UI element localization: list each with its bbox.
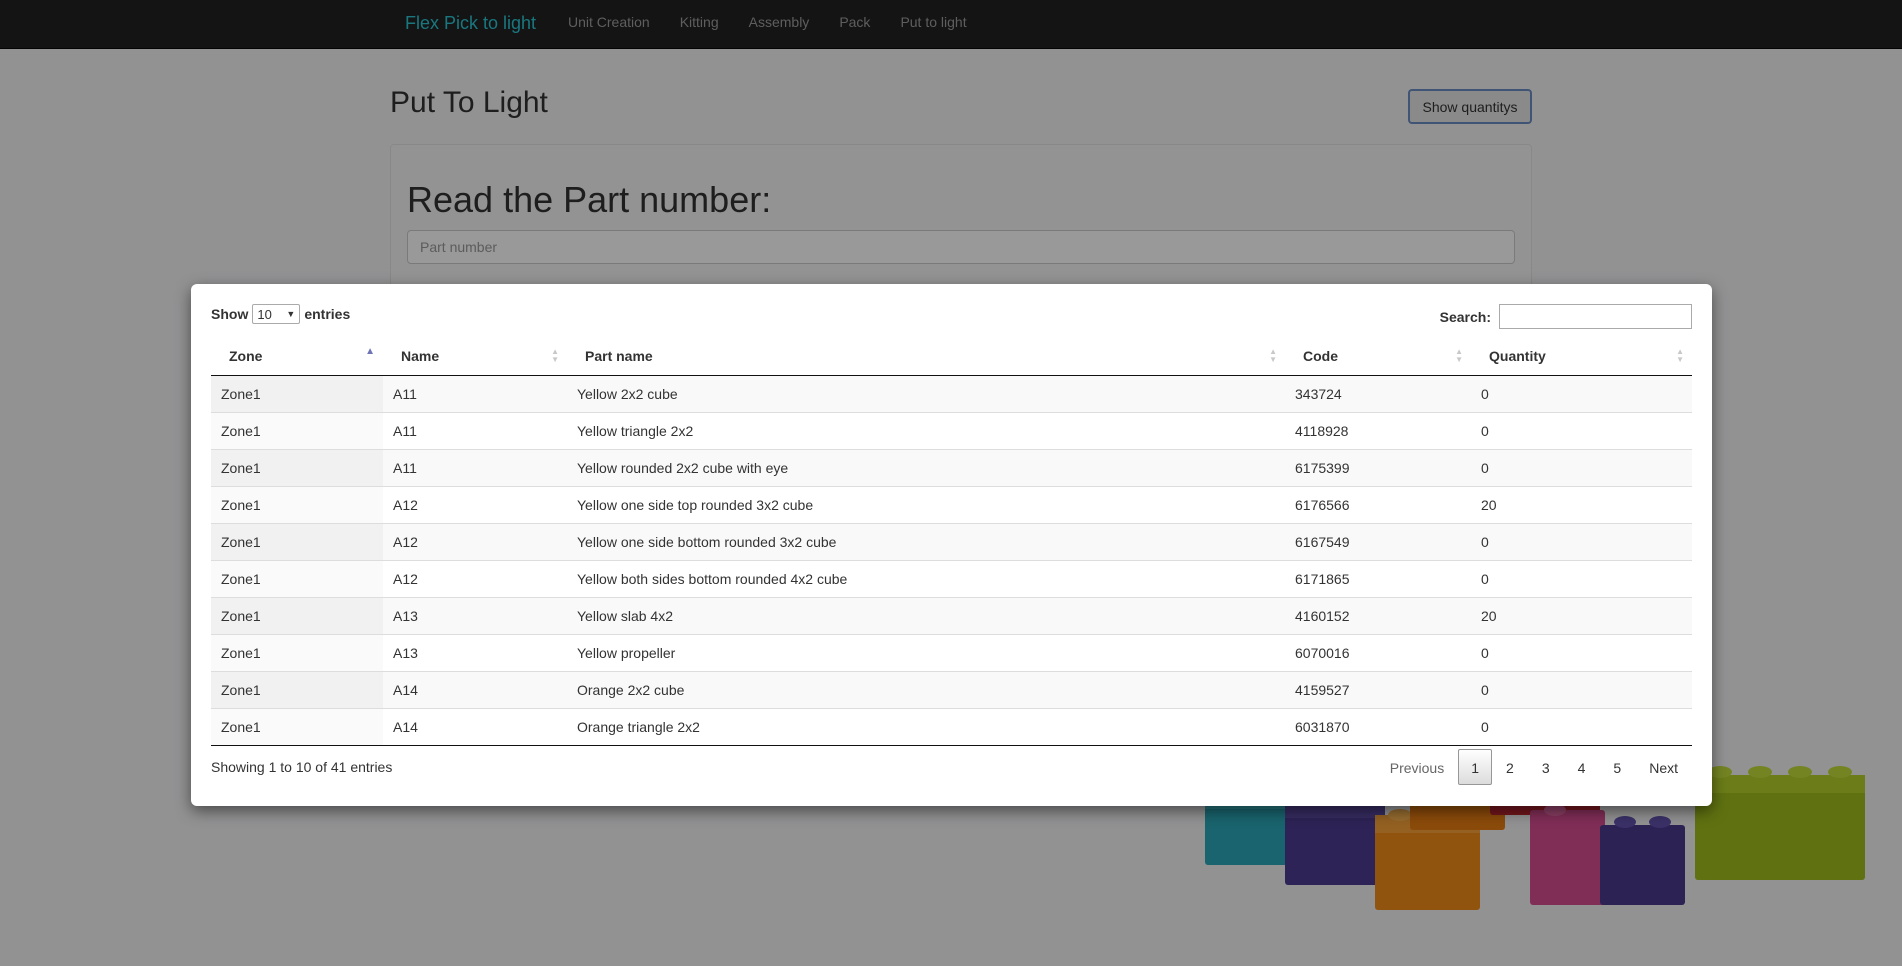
cell-quantity: 0 — [1471, 707, 1692, 746]
table-search: Search: — [1440, 304, 1692, 329]
cell-name: A11 — [383, 375, 567, 412]
cell-quantity: 0 — [1471, 411, 1692, 449]
cell-zone: Zone1 — [211, 448, 383, 486]
cell-zone: Zone1 — [211, 411, 383, 449]
table-row[interactable]: Zone1 A14 Orange 2x2 cube 4159527 0 — [211, 670, 1692, 708]
column-header-label: Name — [401, 347, 440, 364]
cell-code: 6031870 — [1285, 707, 1471, 746]
cell-name: A12 — [383, 522, 567, 560]
column-header-label: Quantity — [1489, 347, 1546, 364]
cell-quantity: 20 — [1471, 485, 1692, 523]
cell-code: 343724 — [1285, 375, 1471, 412]
cell-quantity: 0 — [1471, 633, 1692, 671]
table-header-row: Zone ▲ Name ▲ ▼ Part name ▲ ▼ Code ▲ ▼ Quan… — [211, 337, 1692, 376]
cell-part-name: Yellow one side bottom rounded 3x2 cube — [567, 522, 1285, 560]
table-row[interactable]: Zone1 A12 Yellow both sides bottom round… — [211, 559, 1692, 597]
caret-down-icon: ▼ — [286, 309, 296, 319]
cell-zone: Zone1 — [211, 596, 383, 634]
cell-zone: Zone1 — [211, 707, 383, 746]
sort-asc-icon: ▲ — [365, 346, 375, 357]
column-header-label: Part name — [585, 347, 653, 364]
cell-code: 6171865 — [1285, 559, 1471, 597]
entries-select[interactable]: 10 ▼ — [252, 304, 301, 324]
column-header-zone[interactable]: Zone ▲ — [211, 337, 383, 376]
column-header-label: Code — [1303, 347, 1338, 364]
cell-zone: Zone1 — [211, 670, 383, 708]
cell-zone: Zone1 — [211, 559, 383, 597]
pagination-previous[interactable]: Previous — [1376, 749, 1458, 785]
quantities-table: Zone ▲ Name ▲ ▼ Part name ▲ ▼ Code ▲ ▼ Quan… — [211, 337, 1692, 746]
cell-part-name: Orange triangle 2x2 — [567, 707, 1285, 746]
entries-select-value: 10 — [257, 306, 272, 322]
column-header-part-name[interactable]: Part name ▲ ▼ — [567, 337, 1285, 376]
pagination: Previous 1 2 3 4 5 Next — [1376, 749, 1692, 785]
table-row[interactable]: Zone1 A12 Yellow one side bottom rounded… — [211, 522, 1692, 560]
cell-part-name: Yellow slab 4x2 — [567, 596, 1285, 634]
entries-length-control: Show 10 ▼ entries — [211, 304, 350, 324]
table-row[interactable]: Zone1 A11 Yellow triangle 2x2 4118928 0 — [211, 411, 1692, 449]
sort-both-icon: ▲ ▼ — [1269, 347, 1277, 364]
pagination-page-3[interactable]: 3 — [1528, 749, 1564, 785]
cell-name: A12 — [383, 485, 567, 523]
cell-zone: Zone1 — [211, 633, 383, 671]
cell-name: A11 — [383, 448, 567, 486]
table-info: Showing 1 to 10 of 41 entries — [211, 759, 393, 775]
cell-quantity: 20 — [1471, 596, 1692, 634]
cell-zone: Zone1 — [211, 522, 383, 560]
quantities-modal: Show 10 ▼ entries Search: Zone ▲ Name ▲ ▼ — [191, 284, 1712, 806]
cell-quantity: 0 — [1471, 559, 1692, 597]
cell-name: A12 — [383, 559, 567, 597]
pagination-page-1[interactable]: 1 — [1458, 749, 1493, 785]
cell-quantity: 0 — [1471, 670, 1692, 708]
entries-label: entries — [304, 306, 351, 322]
table-row[interactable]: Zone1 A14 Orange triangle 2x2 6031870 0 — [211, 707, 1692, 746]
cell-quantity: 0 — [1471, 448, 1692, 486]
cell-name: A13 — [383, 633, 567, 671]
cell-code: 6175399 — [1285, 448, 1471, 486]
sort-both-icon: ▲ ▼ — [1455, 347, 1463, 364]
pagination-page-2[interactable]: 2 — [1492, 749, 1528, 785]
cell-name: A13 — [383, 596, 567, 634]
cell-part-name: Orange 2x2 cube — [567, 670, 1285, 708]
pagination-page-4[interactable]: 4 — [1564, 749, 1600, 785]
cell-name: A11 — [383, 411, 567, 449]
pagination-page-5[interactable]: 5 — [1599, 749, 1635, 785]
cell-part-name: Yellow 2x2 cube — [567, 375, 1285, 412]
cell-code: 6176566 — [1285, 485, 1471, 523]
cell-code: 6070016 — [1285, 633, 1471, 671]
table-row[interactable]: Zone1 A12 Yellow one side top rounded 3x… — [211, 485, 1692, 523]
column-header-name[interactable]: Name ▲ ▼ — [383, 337, 567, 376]
cell-part-name: Yellow rounded 2x2 cube with eye — [567, 448, 1285, 486]
cell-quantity: 0 — [1471, 522, 1692, 560]
cell-zone: Zone1 — [211, 485, 383, 523]
cell-code: 4159527 — [1285, 670, 1471, 708]
search-label: Search: — [1439, 308, 1491, 325]
table-row[interactable]: Zone1 A11 Yellow 2x2 cube 343724 0 — [211, 375, 1692, 412]
cell-quantity: 0 — [1471, 375, 1692, 412]
cell-part-name: Yellow triangle 2x2 — [567, 411, 1285, 449]
table-row[interactable]: Zone1 A11 Yellow rounded 2x2 cube with e… — [211, 448, 1692, 486]
cell-name: A14 — [383, 670, 567, 708]
table-row[interactable]: Zone1 A13 Yellow slab 4x2 4160152 20 — [211, 596, 1692, 634]
cell-code: 6167549 — [1285, 522, 1471, 560]
sort-both-icon: ▲ ▼ — [551, 347, 559, 364]
search-input[interactable] — [1499, 304, 1692, 329]
table-row[interactable]: Zone1 A13 Yellow propeller 6070016 0 — [211, 633, 1692, 671]
cell-code: 4118928 — [1285, 411, 1471, 449]
cell-name: A14 — [383, 707, 567, 746]
sort-both-icon: ▲ ▼ — [1676, 347, 1684, 364]
cell-part-name: Yellow both sides bottom rounded 4x2 cub… — [567, 559, 1285, 597]
column-header-code[interactable]: Code ▲ ▼ — [1285, 337, 1471, 376]
cell-part-name: Yellow propeller — [567, 633, 1285, 671]
pagination-next[interactable]: Next — [1635, 749, 1692, 785]
cell-zone: Zone1 — [211, 375, 383, 412]
cell-part-name: Yellow one side top rounded 3x2 cube — [567, 485, 1285, 523]
column-header-label: Zone — [229, 347, 263, 364]
show-label: Show — [211, 306, 249, 322]
column-header-quantity[interactable]: Quantity ▲ ▼ — [1471, 337, 1692, 376]
cell-code: 4160152 — [1285, 596, 1471, 634]
